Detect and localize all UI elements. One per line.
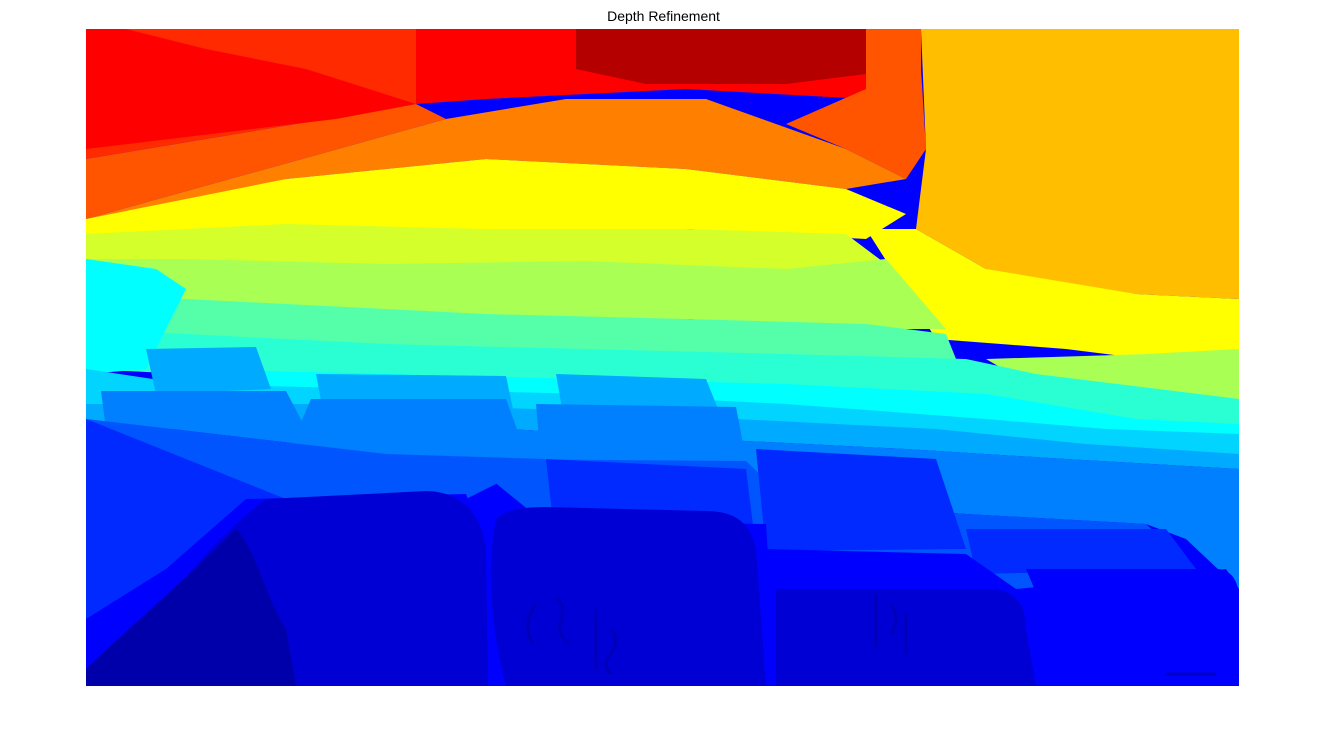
figure-title: Depth Refinement xyxy=(607,8,720,24)
depth-map-axes xyxy=(86,29,1239,686)
figure-window: Depth Refinement xyxy=(0,0,1327,750)
depth-map-image xyxy=(86,29,1239,686)
